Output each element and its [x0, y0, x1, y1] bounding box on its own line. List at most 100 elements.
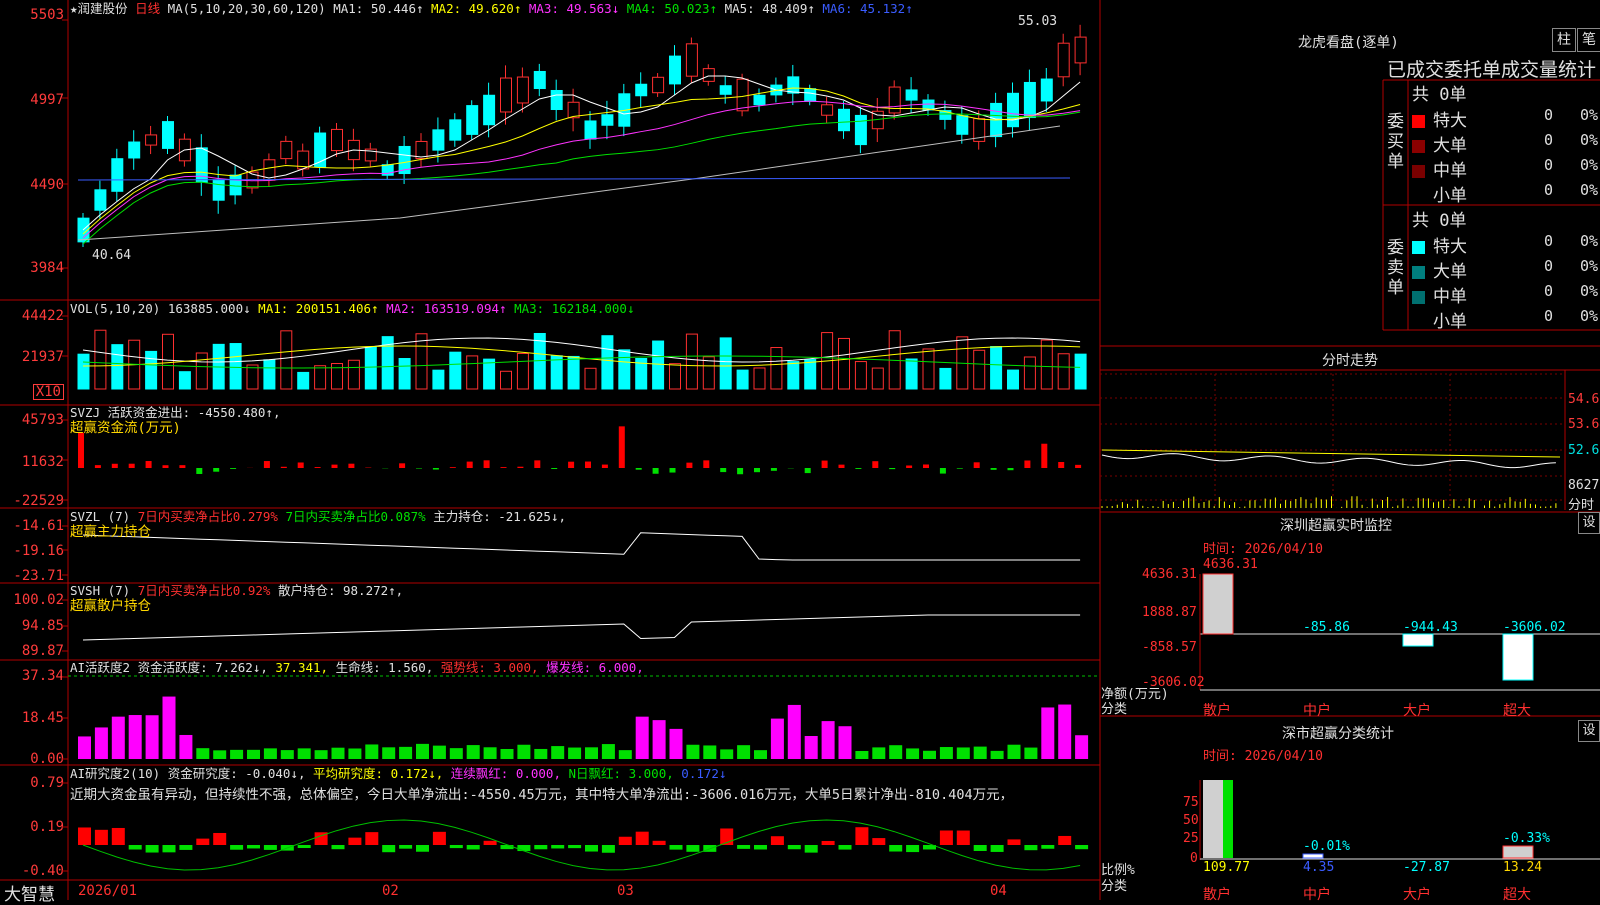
monitor-bar: [1203, 574, 1233, 634]
order-row-percent: 0%: [1580, 131, 1598, 149]
volume-bar: [517, 353, 528, 389]
ai-bar: [771, 719, 784, 759]
ai2-curve: [83, 820, 1080, 870]
svzl-c: 主力持仓: -21.625↓,: [433, 509, 566, 524]
volume-bar: [720, 338, 731, 389]
volume-bar: [399, 359, 410, 389]
ai-bar: [585, 747, 598, 759]
color-swatch: [1412, 241, 1425, 254]
svzj-bar: [653, 468, 659, 474]
stat-settings-button[interactable]: 设: [1578, 720, 1600, 742]
order-row-label: 特大: [1433, 237, 1467, 257]
svzj-bar: [839, 465, 845, 468]
ai-bar: [822, 721, 835, 759]
candle-body: [839, 109, 850, 130]
stat-top-value: -0.01%: [1303, 839, 1350, 854]
ai2-bar: [230, 845, 243, 850]
ai-bar: [923, 751, 936, 759]
volume-bar: [1075, 354, 1086, 389]
color-swatch: [1412, 291, 1425, 304]
volume-bar: [602, 336, 613, 389]
ai2-bar: [247, 845, 260, 848]
ai2-bar: [112, 828, 125, 845]
x-tick: 2026/01: [78, 883, 137, 899]
vol-ma2: MA2: 163519.094↑: [386, 301, 506, 316]
order-row-label: 小单: [1433, 186, 1467, 206]
candle-body: [906, 90, 917, 100]
ai-b: 37.341,: [275, 660, 328, 675]
ai2-bar: [602, 845, 615, 853]
order-row-label: 大单: [1433, 262, 1467, 282]
candle-body: [670, 56, 681, 84]
svzj-bar: [348, 464, 354, 468]
svzj-bar: [974, 462, 980, 468]
svzj-bar: [737, 468, 743, 474]
ma1-line: [83, 76, 1080, 230]
svzl-header: SVZL (7) 7日内买卖净占比0.279% 7日内买卖净占比0.087% 主…: [70, 510, 566, 524]
svzj-bar: [1041, 444, 1047, 468]
candle-body: [805, 89, 816, 102]
volume-bar: [568, 356, 579, 389]
order-row-count: 0: [1544, 181, 1553, 199]
ai2-bar: [585, 845, 598, 852]
order-row-count: 0: [1544, 282, 1553, 300]
order-row-label: 小单: [1433, 312, 1467, 332]
order-row-percent: 0%: [1580, 282, 1598, 300]
ai-bar: [264, 748, 277, 759]
stat-xlabel: 分类: [1101, 875, 1127, 894]
ai-bar: [416, 744, 429, 759]
ai-bar: [906, 748, 919, 759]
ai-bar: [332, 748, 345, 759]
candle-body: [230, 175, 241, 195]
order-row: 小单: [1412, 181, 1467, 206]
svzj-bar: [129, 464, 135, 468]
svzj-bar: [957, 468, 963, 469]
svzj-bar: [433, 468, 439, 470]
bar-mode-button[interactable]: 柱: [1552, 28, 1576, 52]
volume-bar: [365, 347, 376, 389]
svzj-bar: [619, 426, 625, 468]
ai-bar: [957, 747, 970, 759]
svzj-bar: [78, 433, 84, 468]
ai2-bar: [1075, 845, 1088, 849]
ai2-bar: [940, 830, 953, 845]
candle-body: [112, 159, 123, 192]
monitor-settings-button[interactable]: 设: [1578, 512, 1600, 534]
ai-bar: [686, 745, 699, 759]
svsh-subtitle: 超赢散户持仓: [70, 599, 151, 613]
ma3-line: [83, 101, 1080, 238]
stat-tick: 25: [1183, 831, 1199, 846]
ai-bar: [382, 747, 395, 759]
svzj-bar: [585, 462, 591, 468]
ai2-c: 连续飘红: 0.000,: [451, 766, 561, 781]
svzj-bar: [179, 465, 185, 468]
candle-body: [1008, 93, 1019, 126]
ai2-bar: [1008, 839, 1021, 845]
ai-bar: [348, 749, 361, 759]
ai2-bar: [906, 845, 919, 852]
vol-ma3: MA3: 162184.000↓: [514, 301, 634, 316]
svzj-bar: [146, 461, 152, 468]
ai-bar: [1041, 707, 1054, 759]
ai-bar: [653, 720, 666, 759]
period-label[interactable]: 日线: [135, 1, 160, 16]
order-row: 特大: [1412, 106, 1467, 131]
volume-bar: [619, 350, 630, 389]
order-row: 大单: [1412, 131, 1467, 156]
vol-name: VOL(5,10,20): [70, 301, 160, 316]
candle-body: [163, 122, 174, 149]
svzj-name: SVZJ: [70, 405, 100, 420]
volume-bar: [247, 365, 258, 389]
candle-body: [822, 105, 833, 115]
volume-bar: [872, 368, 883, 389]
candle-body: [501, 78, 512, 112]
ai2-bar: [298, 845, 311, 848]
stock-name[interactable]: ★润建股份: [70, 1, 128, 16]
chart-canvas[interactable]: [0, 0, 1600, 900]
svzj-bar: [517, 467, 523, 468]
svzj-bar: [636, 468, 642, 470]
svzj-bar: [822, 461, 828, 468]
pen-mode-button[interactable]: 笔: [1577, 28, 1600, 52]
order-row-label: 中单: [1433, 161, 1467, 181]
stat-cat: 超大: [1503, 884, 1531, 904]
